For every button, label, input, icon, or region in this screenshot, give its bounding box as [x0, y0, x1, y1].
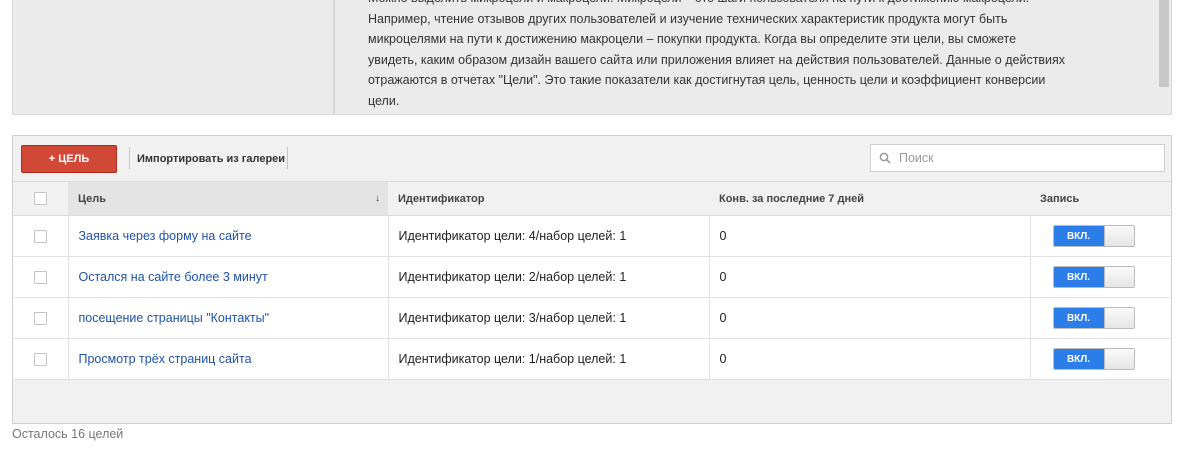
- goal-record-cell: ВКЛ.: [1030, 256, 1171, 298]
- goal-record-cell: ВКЛ.: [1030, 215, 1171, 257]
- goal-name-cell: Заявка через форму на сайте: [68, 215, 389, 257]
- goal-link[interactable]: Остался на сайте более 3 минут: [79, 270, 268, 284]
- goal-link[interactable]: Просмотр трёх страниц сайта: [79, 352, 252, 366]
- toggle-on-label: ВКЛ.: [1053, 267, 1104, 287]
- description-line: увидеть, каким образом дизайн вашего сай…: [368, 52, 1066, 67]
- search-input[interactable]: [897, 150, 1157, 166]
- select-all-checkbox[interactable]: [34, 192, 47, 205]
- panel-divider: [333, 0, 335, 114]
- row-select-cell: [13, 297, 69, 339]
- goal-id-cell: Идентификатор цели: 2/набор целей: 1: [388, 256, 710, 298]
- column-header-id[interactable]: Идентификатор: [388, 181, 709, 216]
- record-toggle[interactable]: ВКЛ.: [1052, 266, 1135, 288]
- column-header-conversions[interactable]: Конв. за последние 7 дней: [709, 181, 1030, 216]
- record-toggle[interactable]: ВКЛ.: [1052, 307, 1135, 329]
- row-select-cell: [13, 338, 69, 380]
- search-box[interactable]: [870, 144, 1165, 172]
- toggle-knob: [1103, 267, 1134, 287]
- goal-name-cell: Остался на сайте более 3 минут: [68, 256, 389, 298]
- description-line: Например, чтение отзывов других пользова…: [368, 11, 1008, 26]
- add-goal-button[interactable]: + ЦЕЛЬ: [21, 145, 117, 173]
- remaining-goals-count: Осталось 16 целей: [12, 427, 124, 441]
- description-line: отражаются в отчетах "Цели". Это такие п…: [368, 73, 1046, 87]
- column-header-record[interactable]: Запись: [1030, 181, 1171, 216]
- column-header-goal-label: Цель: [78, 192, 107, 205]
- goals-table: Цель ↓ Идентификатор Конв. за последние …: [13, 181, 1171, 380]
- row-checkbox[interactable]: [33, 271, 47, 285]
- table-row: посещение страницы "Контакты" Идентифика…: [13, 297, 1171, 339]
- goal-name-cell: Просмотр трёх страниц сайта: [68, 338, 389, 380]
- goal-record-cell: ВКЛ.: [1030, 297, 1171, 339]
- goal-conversions-cell: 0: [709, 256, 1031, 298]
- toggle-knob: [1103, 308, 1134, 328]
- toggle-knob: [1103, 226, 1134, 246]
- description-line: микроцелями на пути к достижению макроце…: [368, 32, 1017, 46]
- sort-down-icon: ↓: [375, 193, 380, 204]
- goal-conversions-cell: 0: [709, 338, 1031, 380]
- column-header-goal[interactable]: Цель ↓: [68, 181, 388, 216]
- header-select-cell: [13, 181, 68, 216]
- row-checkbox[interactable]: [33, 230, 47, 244]
- row-checkbox[interactable]: [33, 353, 47, 367]
- info-panel: Можно выделить микроцели и макроцели. Ми…: [12, 0, 1172, 115]
- toolbar-divider: [129, 147, 130, 169]
- goal-record-cell: ВКЛ.: [1030, 338, 1171, 380]
- goal-id-cell: Идентификатор цели: 3/набор целей: 1: [388, 297, 710, 339]
- goal-name-cell: посещение страницы "Контакты": [68, 297, 389, 339]
- goals-toolbar: + ЦЕЛЬ Импортировать из галереи: [13, 136, 1171, 181]
- table-row: Остался на сайте более 3 минут Идентифик…: [13, 256, 1171, 298]
- description-line: Можно выделить микроцели и макроцели. Ми…: [368, 0, 1128, 9]
- record-toggle[interactable]: ВКЛ.: [1052, 348, 1135, 370]
- goals-panel: + ЦЕЛЬ Импортировать из галереи Цель ↓: [12, 135, 1172, 424]
- scrollbar-thumb[interactable]: [1159, 0, 1169, 87]
- toolbar-divider: [287, 147, 288, 169]
- row-select-cell: [13, 256, 69, 298]
- toggle-on-label: ВКЛ.: [1053, 308, 1104, 328]
- goal-conversions-cell: 0: [709, 297, 1031, 339]
- toggle-knob: [1103, 349, 1134, 369]
- goal-conversions-cell: 0: [709, 215, 1031, 257]
- table-row: Заявка через форму на сайте Идентификато…: [13, 215, 1171, 257]
- goal-link[interactable]: посещение страницы "Контакты": [79, 311, 270, 325]
- toggle-on-label: ВКЛ.: [1053, 226, 1104, 246]
- description-line: цели.: [368, 93, 400, 108]
- toggle-on-label: ВКЛ.: [1053, 349, 1104, 369]
- row-checkbox[interactable]: [33, 312, 47, 326]
- row-select-cell: [13, 215, 69, 257]
- goal-id-cell: Идентификатор цели: 1/набор целей: 1: [388, 338, 710, 380]
- search-icon: [879, 152, 891, 164]
- goal-id-cell: Идентификатор цели: 4/набор целей: 1: [388, 215, 710, 257]
- record-toggle[interactable]: ВКЛ.: [1052, 225, 1135, 247]
- import-from-gallery-button[interactable]: Импортировать из галереи: [137, 145, 285, 173]
- goal-link[interactable]: Заявка через форму на сайте: [79, 229, 252, 243]
- table-row: Просмотр трёх страниц сайта Идентификато…: [13, 338, 1171, 380]
- table-header-row: Цель ↓ Идентификатор Конв. за последние …: [13, 181, 1171, 216]
- goals-description: Можно выделить микроцели и макроцели. Ми…: [368, 0, 1128, 111]
